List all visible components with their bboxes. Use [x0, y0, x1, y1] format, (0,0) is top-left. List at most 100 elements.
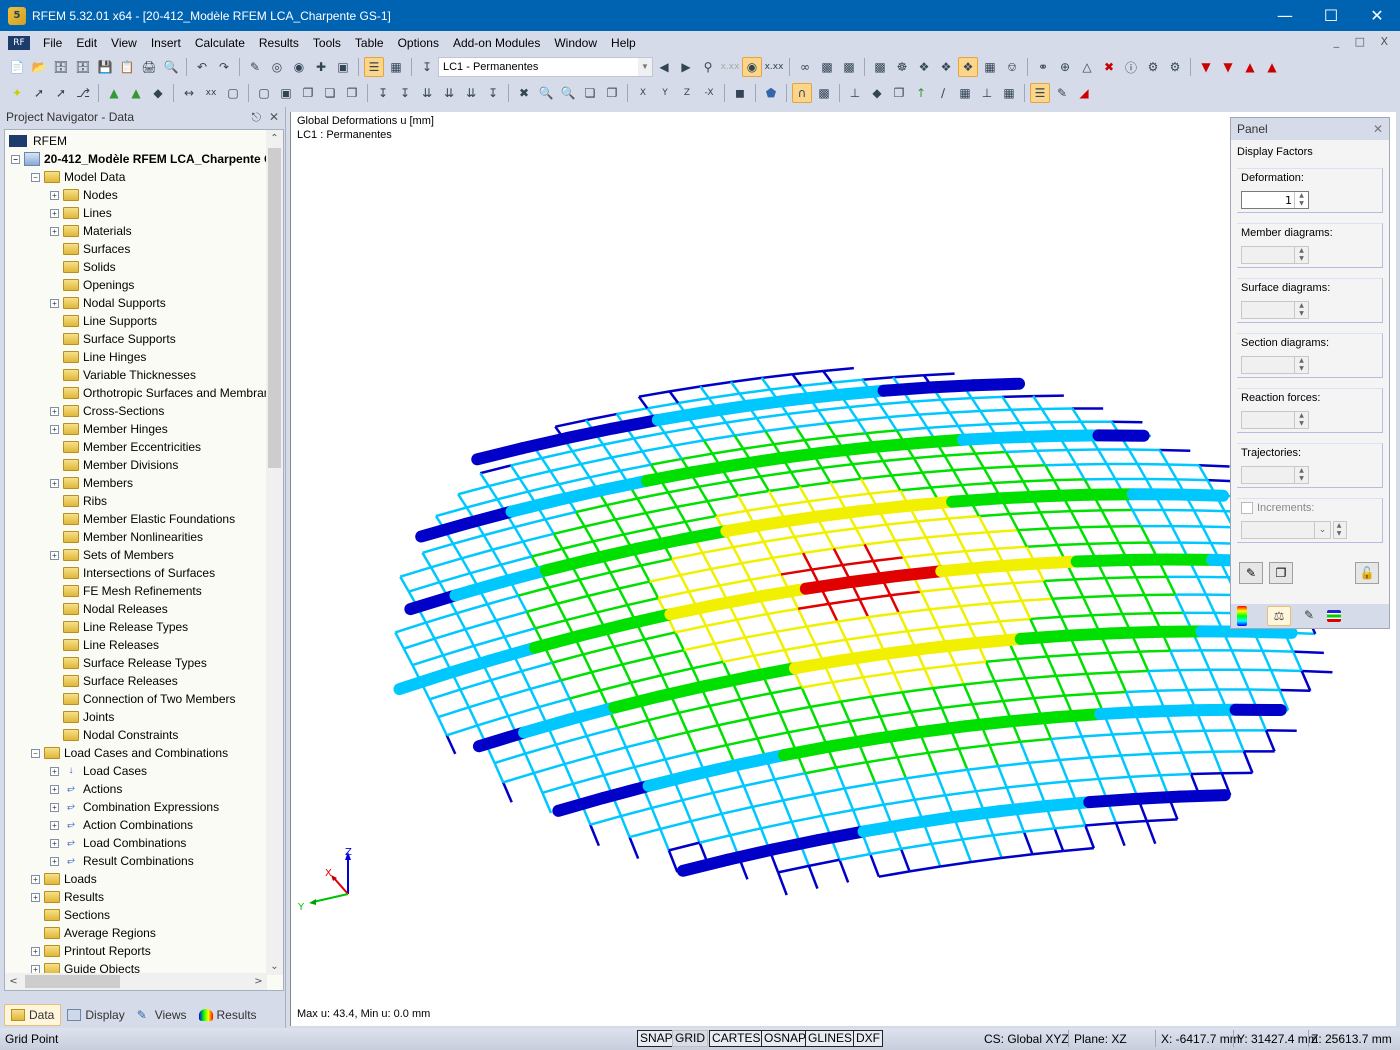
main-truss-member[interactable] — [494, 564, 552, 589]
structural-member[interactable] — [651, 798, 683, 810]
structural-member[interactable] — [1208, 669, 1220, 691]
main-truss-member[interactable] — [438, 654, 496, 681]
structural-member[interactable] — [782, 793, 815, 802]
structural-member[interactable] — [832, 676, 864, 684]
structural-member[interactable] — [1023, 827, 1055, 833]
select-icon[interactable]: ✖ — [514, 83, 534, 103]
structural-member[interactable] — [667, 485, 700, 494]
spinner-arrows-icon[interactable]: ▲ ▼ — [1294, 302, 1308, 318]
structural-member[interactable] — [735, 619, 747, 639]
delete-icon[interactable]: ✖ — [1099, 57, 1119, 77]
view-minus-x-icon[interactable]: -X — [699, 83, 719, 103]
tree-item[interactable]: + ⥂ Actions — [50, 780, 122, 798]
main-truss-member[interactable] — [810, 504, 868, 523]
structural-member[interactable] — [700, 380, 732, 388]
structural-member[interactable] — [563, 763, 575, 785]
tab-display[interactable]: Display — [61, 1004, 130, 1026]
structural-member[interactable] — [971, 395, 1003, 400]
main-truss-member[interactable] — [969, 632, 1027, 650]
structural-member[interactable] — [1192, 509, 1204, 528]
structural-member[interactable] — [455, 612, 467, 630]
main-truss-member[interactable] — [528, 629, 587, 654]
structural-member[interactable] — [934, 549, 966, 556]
structural-member[interactable] — [587, 587, 620, 598]
structural-member[interactable] — [585, 735, 597, 756]
toggle-snap[interactable]: SNAP — [637, 1030, 676, 1047]
structural-member[interactable] — [702, 439, 714, 455]
structural-member[interactable] — [434, 628, 466, 640]
structural-member[interactable] — [569, 689, 601, 700]
main-truss-member[interactable] — [460, 505, 518, 530]
navigator-toggle-icon[interactable]: ☰ — [364, 57, 384, 77]
structural-member[interactable] — [672, 444, 683, 460]
structural-member[interactable] — [910, 398, 942, 404]
structural-member[interactable] — [412, 654, 444, 667]
structural-member[interactable] — [1158, 449, 1170, 466]
navigator-vertical-scrollbar[interactable]: ⌃ ⌄ — [266, 130, 283, 975]
structural-member[interactable] — [1138, 651, 1150, 672]
structural-member[interactable] — [839, 701, 851, 722]
structural-member[interactable] — [955, 660, 987, 667]
structural-member[interactable] — [970, 397, 982, 412]
main-truss-member[interactable] — [1049, 708, 1107, 724]
structural-member[interactable] — [909, 401, 920, 416]
structural-member[interactable] — [858, 598, 870, 618]
structural-member[interactable] — [826, 418, 858, 425]
structural-member[interactable] — [991, 834, 1003, 859]
structural-member[interactable] — [1019, 420, 1051, 425]
structural-member[interactable] — [687, 724, 719, 734]
structural-member[interactable] — [637, 395, 649, 410]
copy-button[interactable]: ❐ — [1269, 562, 1293, 584]
structural-member[interactable] — [529, 688, 540, 708]
structural-member[interactable] — [675, 624, 707, 634]
structural-member[interactable] — [728, 480, 740, 497]
structural-member[interactable] — [652, 656, 663, 676]
structural-member[interactable] — [956, 530, 988, 536]
structural-member[interactable] — [582, 645, 615, 656]
structural-member[interactable] — [722, 654, 755, 664]
structural-member[interactable] — [663, 432, 675, 447]
structural-member[interactable] — [1008, 513, 1020, 531]
structural-member[interactable] — [1174, 594, 1185, 614]
structural-member[interactable] — [488, 477, 520, 488]
main-truss-member[interactable] — [832, 384, 890, 401]
new-node-icon[interactable]: ✦ — [7, 83, 27, 103]
structural-member[interactable] — [652, 648, 685, 659]
structural-member[interactable] — [931, 838, 963, 846]
structural-member[interactable] — [683, 642, 715, 652]
structural-member[interactable] — [694, 426, 705, 442]
structural-member[interactable] — [720, 813, 732, 836]
structural-member[interactable] — [1051, 598, 1063, 618]
display-factor-spinner[interactable]: ▲ ▼ — [1241, 466, 1309, 484]
structural-member[interactable] — [936, 768, 968, 776]
structural-member[interactable] — [825, 422, 837, 438]
structural-member[interactable] — [1033, 694, 1065, 700]
expand-icon[interactable]: + — [50, 406, 59, 416]
main-truss-member[interactable] — [924, 637, 982, 654]
structural-member[interactable] — [705, 618, 737, 628]
structural-member[interactable] — [789, 471, 801, 488]
main-truss-member[interactable] — [1094, 705, 1152, 721]
structural-member[interactable] — [664, 750, 697, 761]
structural-member[interactable] — [676, 499, 708, 509]
structural-member[interactable] — [899, 848, 911, 872]
structural-member[interactable] — [843, 788, 855, 811]
structural-member[interactable] — [685, 514, 717, 524]
structural-member[interactable] — [953, 466, 984, 472]
structural-member[interactable] — [625, 738, 658, 749]
target-2-icon[interactable]: ◉ — [289, 57, 309, 77]
structural-member[interactable] — [590, 671, 602, 691]
structural-member[interactable] — [457, 484, 490, 496]
structural-member[interactable] — [562, 540, 594, 550]
structural-member[interactable] — [895, 536, 927, 543]
main-truss-member[interactable] — [1173, 789, 1231, 803]
structural-member[interactable] — [800, 687, 812, 708]
structural-member[interactable] — [1030, 615, 1062, 621]
tree-item[interactable]: + Sets of Members — [50, 546, 174, 564]
box-icon[interactable]: ❏ — [320, 83, 340, 103]
structural-member[interactable] — [446, 724, 478, 737]
tree-item[interactable]: + Materials — [50, 222, 132, 240]
structural-member[interactable] — [836, 621, 848, 641]
expand-icon[interactable]: + — [50, 766, 59, 776]
structural-member[interactable] — [787, 725, 820, 734]
